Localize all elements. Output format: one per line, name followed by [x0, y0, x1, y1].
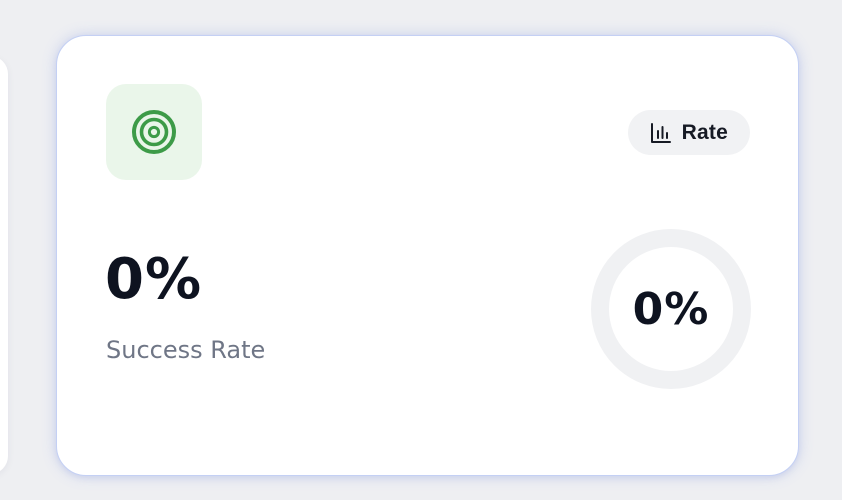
badge-label: Rate — [681, 120, 728, 144]
metric-label: Success Rate — [106, 336, 266, 364]
rate-badge[interactable]: Rate — [627, 110, 750, 155]
progress-ring: 0% — [590, 228, 752, 390]
adjacent-card — [0, 56, 8, 474]
icon-tile — [106, 84, 202, 180]
progress-ring-value: 0% — [632, 283, 710, 335]
bar-chart-icon — [650, 122, 672, 144]
metric-value: 0% — [105, 247, 203, 312]
dashboard-canvas: Rate 0% Success Rate 0% — [0, 0, 842, 500]
success-rate-card: Rate 0% Success Rate 0% — [56, 35, 799, 476]
target-icon — [132, 110, 176, 154]
